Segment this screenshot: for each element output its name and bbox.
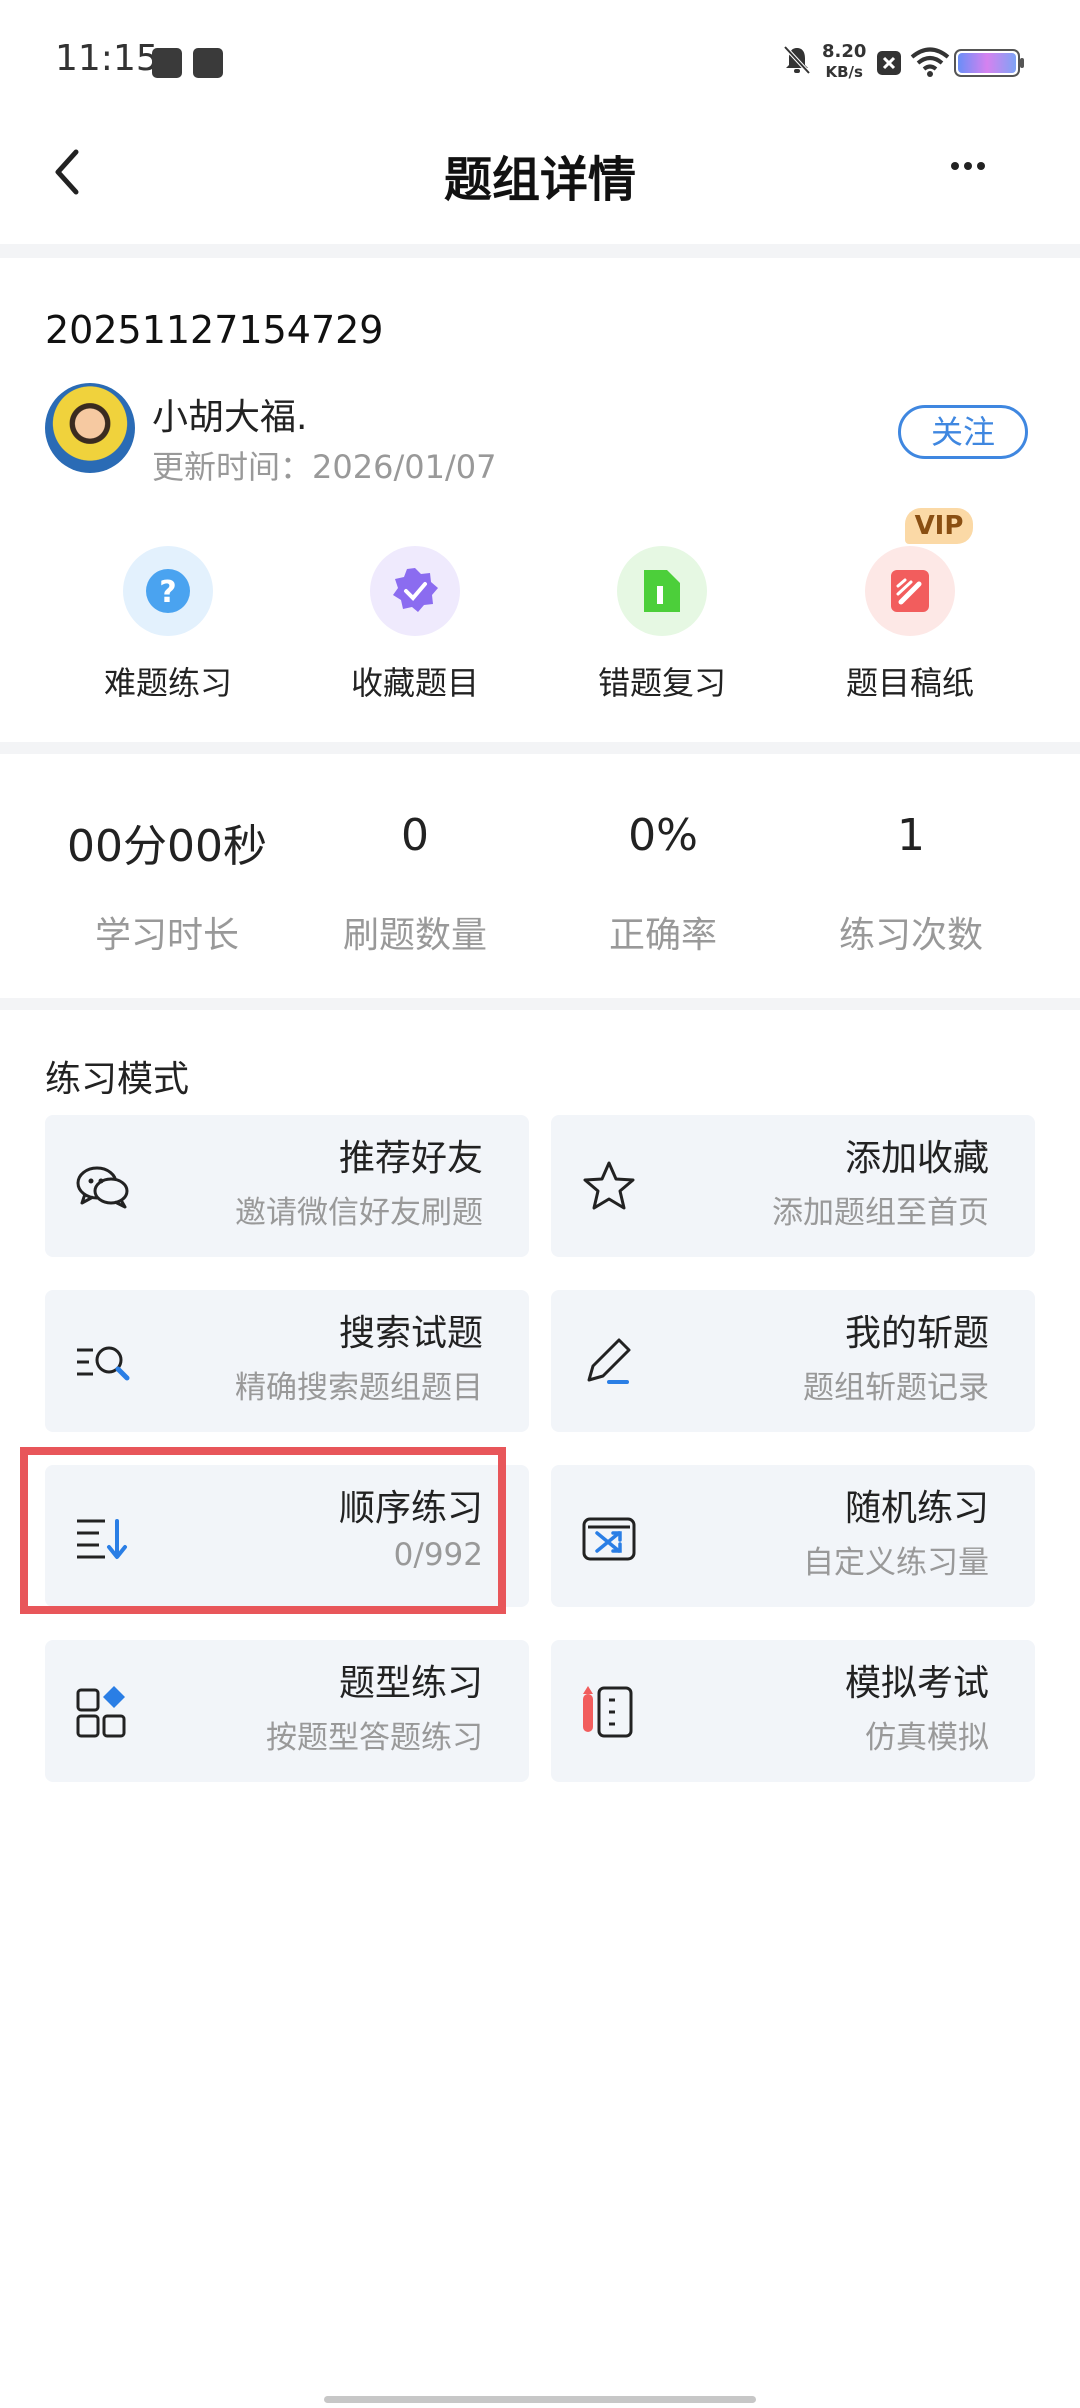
star-icon	[583, 1161, 635, 1210]
accuracy-value: 0%	[628, 810, 698, 861]
search-list-icon	[77, 1346, 130, 1381]
knife-icon	[587, 1338, 631, 1384]
battery-icon	[954, 49, 1024, 77]
net-speed-value: 8.20	[822, 41, 867, 62]
card-subtitle: 自定义练习量	[803, 1545, 989, 1581]
quick-action-favorites[interactable]: 收藏题目	[315, 546, 515, 704]
accuracy-label: 正确率	[608, 915, 717, 956]
question-icon: ?	[123, 546, 213, 636]
card-title: 添加收藏	[844, 1138, 989, 1179]
card-subtitle: 仿真模拟	[865, 1720, 989, 1756]
quick-action-scratch-paper[interactable]: 题目稿纸	[810, 546, 1010, 704]
svg-text:?: ?	[159, 575, 176, 610]
page-title: 题组详情	[443, 152, 636, 208]
follow-button[interactable]: 关注	[898, 405, 1028, 459]
net-speed: 8.20 KB/s	[822, 42, 866, 82]
home-indicator[interactable]	[324, 2396, 756, 2403]
card-add-favorite[interactable]: 添加收藏 添加题组至首页	[551, 1115, 1035, 1257]
card-title: 模拟考试	[844, 1663, 989, 1704]
net-speed-unit: KB/s	[825, 63, 863, 81]
quick-action-wrong-review[interactable]: 错题复习	[562, 546, 762, 704]
quick-action-label: 题目稿纸	[845, 664, 974, 702]
group-id: 20251127154729	[45, 308, 384, 352]
avatar[interactable]	[45, 383, 135, 473]
status-time: 11:15	[55, 38, 159, 79]
card-type-practice[interactable]: 题型练习 按题型答题练习	[45, 1640, 529, 1782]
author-name[interactable]: 小胡大福.	[152, 388, 307, 440]
card-title: 随机练习	[844, 1488, 989, 1529]
divider	[0, 742, 1080, 754]
highlight-box	[20, 1447, 506, 1614]
card-subtitle: 邀请微信好友刷题	[235, 1195, 483, 1231]
card-mock-exam[interactable]: 模拟考试 仿真模拟	[551, 1640, 1035, 1782]
card-title: 题型练习	[338, 1663, 483, 1704]
divider	[0, 998, 1080, 1010]
card-title: 搜索试题	[338, 1313, 483, 1354]
more-icon[interactable]	[950, 160, 986, 172]
section-title: 练习模式	[45, 1059, 190, 1100]
practice-times-value: 1	[897, 810, 925, 861]
study-duration-label: 学习时长	[94, 915, 239, 956]
scratch-paper-icon	[865, 546, 955, 636]
wifi-icon	[910, 47, 950, 77]
chat-icon	[76, 1166, 129, 1209]
mail-notification-icon	[193, 48, 223, 78]
card-search-questions[interactable]: 搜索试题 精确搜索题组题目	[45, 1290, 529, 1432]
sim-off-icon	[877, 51, 901, 75]
quick-action-label: 收藏题目	[350, 664, 479, 702]
question-count-value: 0	[401, 810, 429, 861]
practice-times-label: 练习次数	[838, 915, 983, 956]
card-recommend-friends[interactable]: 推荐好友 邀请微信好友刷题	[45, 1115, 529, 1257]
study-duration-value: 00分00秒	[67, 821, 267, 872]
card-subtitle: 精确搜索题组题目	[235, 1370, 483, 1406]
category-icon	[76, 1686, 126, 1738]
calendar-notification-icon	[152, 48, 182, 78]
divider	[0, 244, 1080, 258]
card-title: 推荐好友	[338, 1138, 483, 1179]
quick-action-label: 难题练习	[103, 664, 232, 702]
card-subtitle: 添加题组至首页	[772, 1195, 989, 1231]
quick-action-label: 错题复习	[597, 664, 726, 702]
update-time: 更新时间：2026/01/07	[152, 448, 497, 486]
card-title: 我的斩题	[844, 1313, 989, 1354]
card-subtitle: 题组斩题记录	[803, 1370, 989, 1406]
exam-notebook-icon	[583, 1686, 633, 1738]
mute-bell-icon	[783, 45, 811, 75]
card-my-cut-questions[interactable]: 我的斩题 题组斩题记录	[551, 1290, 1035, 1432]
question-count-label: 刷题数量	[342, 915, 487, 956]
document-icon	[617, 546, 707, 636]
card-random-practice[interactable]: 随机练习 自定义练习量	[551, 1465, 1035, 1607]
favorite-badge-icon	[370, 546, 460, 636]
vip-badge: VIP	[905, 508, 973, 544]
card-subtitle: 按题型答题练习	[266, 1720, 483, 1756]
shuffle-icon	[582, 1517, 636, 1561]
quick-action-hard-practice[interactable]: ? 难题练习	[68, 546, 268, 704]
